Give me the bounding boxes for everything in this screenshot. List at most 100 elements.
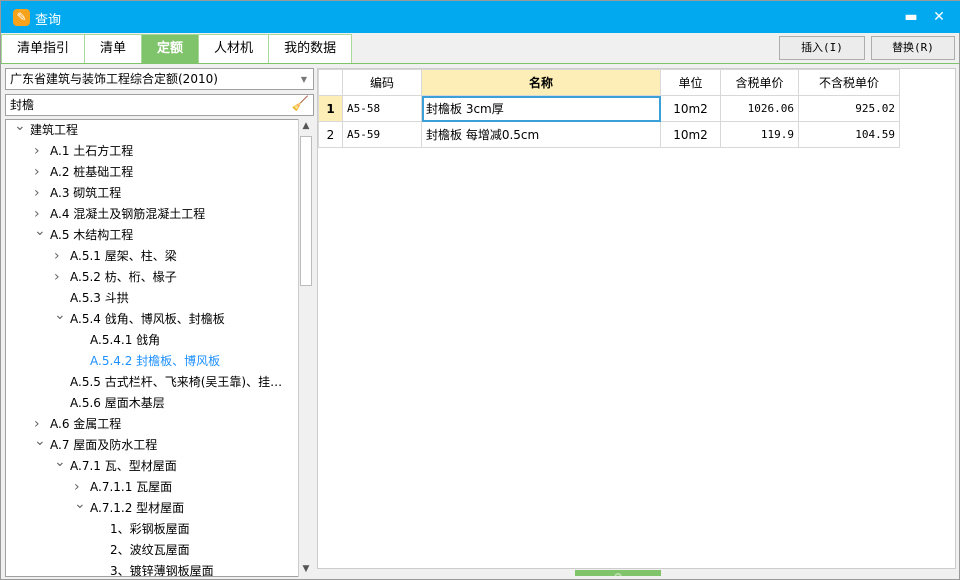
cell-tax-price[interactable]: 119.9 xyxy=(720,121,799,148)
tree-item-label: A.5.6 屋面木基层 xyxy=(70,396,165,410)
cell-code[interactable]: A5-59 xyxy=(342,121,422,148)
tree-item-label: A.2 桩基础工程 xyxy=(50,165,134,179)
tree-item[interactable]: › A.1 土石方工程 xyxy=(34,141,134,162)
cell-name[interactable]: 封檐板 每增减0.5cm xyxy=(421,121,661,148)
tab-divider xyxy=(1,63,959,64)
tab-4[interactable]: 我的数据 xyxy=(268,34,353,63)
insert-button[interactable]: 插入(I) xyxy=(779,36,865,60)
chevron-down-icon[interactable]: ⌄ xyxy=(54,452,66,473)
tree-item-label: A.5.4.2 封檐板、博风板 xyxy=(90,354,221,368)
tree-item[interactable]: › A.5.1 屋架、柱、梁 xyxy=(54,246,177,267)
tree-item-label: A.5.3 斗拱 xyxy=(70,291,129,305)
tree-item[interactable]: A.5.4.2 封檐板、博风板 xyxy=(90,351,220,372)
tree-item[interactable]: ⌄ A.7.1.2 型材屋面 xyxy=(74,496,185,519)
cell-name[interactable]: 封檐板 3cm厚 xyxy=(421,95,661,122)
column-header-tax-price[interactable]: 含税单价 xyxy=(720,69,799,96)
tree-item-label: A.6 金属工程 xyxy=(50,417,122,431)
title-bar xyxy=(1,1,960,33)
tab-0[interactable]: 清单指引 xyxy=(1,34,86,63)
column-header-code[interactable]: 编码 xyxy=(342,69,422,96)
app-logo-icon: ✎ xyxy=(13,9,30,26)
tab-bar: 清单指引 清单 定额 人材机 我的数据 xyxy=(1,34,353,63)
chevron-right-icon[interactable]: › xyxy=(34,141,46,162)
tree-item[interactable]: 1、彩钢板屋面 xyxy=(110,519,190,540)
tree-item-label: A.5 木结构工程 xyxy=(50,228,134,242)
chevron-down-icon[interactable]: ⌄ xyxy=(74,494,86,515)
tree-item[interactable]: 2、波纹瓦屋面 xyxy=(110,540,190,561)
tree-item[interactable]: A.5.5 古式栏杆、飞来椅(吴王靠)、挂… xyxy=(70,372,282,393)
category-tree: ⌄ 建筑工程 › A.1 土石方工程 › A.2 桩基础工程 › A.3 砌筑工程 › A.4 混… xyxy=(5,119,314,577)
tree-item[interactable]: ⌄ A.5 木结构工程 xyxy=(34,223,134,246)
chevron-down-icon[interactable]: ⌄ xyxy=(34,431,46,452)
broom-icon[interactable]: 🧹 xyxy=(292,96,309,112)
cell-notax-price[interactable]: 104.59 xyxy=(798,121,900,148)
tree-item-label: A.7.1.2 型材屋面 xyxy=(90,501,185,515)
tree-item[interactable]: A.5.6 屋面木基层 xyxy=(70,393,165,414)
chevron-right-icon[interactable]: › xyxy=(54,267,66,288)
tab-3[interactable]: 人材机 xyxy=(198,34,270,63)
table-row[interactable]: 1 A5-58 封檐板 3cm厚 10m2 1026.06 925.02 xyxy=(318,95,900,122)
row-number[interactable]: 2 xyxy=(318,121,343,148)
tree-item[interactable]: ⌄ A.7 屋面及防水工程 xyxy=(34,433,157,456)
scroll-down-icon[interactable]: ▼ xyxy=(299,562,313,577)
search-value: 封檐 xyxy=(10,98,35,112)
search-input[interactable]: 封檐 🧹 xyxy=(5,94,314,116)
quota-library-value: 广东省建筑与装饰工程综合定额(2010) xyxy=(10,72,218,86)
chevron-down-icon[interactable]: ⌄ xyxy=(34,221,46,242)
tree-item[interactable]: A.5.3 斗拱 xyxy=(70,288,129,309)
quota-grid: 编码 名称 单位 含税单价 不含税单价 1 A5-58 封檐板 3cm厚 10m2 10… xyxy=(317,68,956,569)
close-button[interactable]: ✕ xyxy=(929,7,949,27)
panel-splitter-handle[interactable]: ︽ xyxy=(575,570,661,577)
quota-library-select[interactable]: 广东省建筑与装饰工程综合定额(2010) ▼ xyxy=(5,68,314,90)
tree-item-label: A.5.4.1 戗角 xyxy=(90,333,161,347)
cell-notax-price[interactable]: 925.02 xyxy=(798,95,900,122)
cell-tax-price[interactable]: 1026.06 xyxy=(720,95,799,122)
scroll-up-icon[interactable]: ▲ xyxy=(299,119,313,134)
chevron-down-icon[interactable]: ⌄ xyxy=(14,120,26,137)
cell-unit[interactable]: 10m2 xyxy=(660,121,721,148)
chevron-down-icon[interactable]: ⌄ xyxy=(54,305,66,326)
cell-unit[interactable]: 10m2 xyxy=(660,95,721,122)
scrollbar-thumb[interactable] xyxy=(300,136,312,286)
tree-item[interactable]: › A.7.1.1 瓦屋面 xyxy=(74,477,173,498)
tree-item-label: A.1 土石方工程 xyxy=(50,144,134,158)
tree-item[interactable]: 3、镀锌薄钢板屋面 xyxy=(110,561,214,577)
table-row[interactable]: 2 A5-59 封檐板 每增减0.5cm 10m2 119.9 104.59 xyxy=(318,121,900,148)
column-header-unit[interactable]: 单位 xyxy=(660,69,721,96)
tree-item[interactable]: › A.2 桩基础工程 xyxy=(34,162,134,183)
tree-item-label: A.5.1 屋架、柱、梁 xyxy=(70,249,177,263)
tree-item-label: A.5.5 古式栏杆、飞来椅(吴王靠)、挂… xyxy=(70,375,283,389)
tab-1[interactable]: 清单 xyxy=(84,34,143,63)
tree-item[interactable]: › A.3 砌筑工程 xyxy=(34,183,122,204)
tree-item[interactable]: › A.6 金属工程 xyxy=(34,414,122,435)
minimize-button[interactable]: ▬ xyxy=(901,7,921,27)
tab-2[interactable]: 定额 xyxy=(141,34,200,63)
tree-item[interactable]: › A.5.2 枋、桁、椽子 xyxy=(54,267,177,288)
tree-item-label: 3、镀锌薄钢板屋面 xyxy=(110,564,214,577)
row-number-header xyxy=(318,69,343,96)
tree-item-label: A.5.2 枋、桁、椽子 xyxy=(70,270,177,284)
column-header-notax-price[interactable]: 不含税单价 xyxy=(798,69,900,96)
tree-item-label: A.7.1.1 瓦屋面 xyxy=(90,480,173,494)
tree-item-label: A.7.1 瓦、型材屋面 xyxy=(70,459,177,473)
table-header-row: 编码 名称 单位 含税单价 不含税单价 xyxy=(318,69,900,96)
cell-code[interactable]: A5-58 xyxy=(342,95,422,122)
tree-item-label: A.5.4 戗角、博风板、封檐板 xyxy=(70,312,225,326)
tree-item-label: 建筑工程 xyxy=(30,123,79,137)
column-header-name[interactable]: 名称 xyxy=(421,69,661,96)
replace-button[interactable]: 替换(R) xyxy=(871,36,955,60)
window-title: 查询 xyxy=(35,13,62,28)
chevron-right-icon[interactable]: › xyxy=(34,183,46,204)
tree-item[interactable]: › A.4 混凝土及钢筋混凝土工程 xyxy=(34,204,205,225)
chevron-right-icon[interactable]: › xyxy=(34,162,46,183)
tree-item[interactable]: ⌄ A.5.4 戗角、博风板、封檐板 xyxy=(54,307,225,330)
dropdown-arrow-icon: ▼ xyxy=(300,75,307,84)
tree-item-label: 1、彩钢板屋面 xyxy=(110,522,190,536)
tree-item[interactable]: A.5.4.1 戗角 xyxy=(90,330,160,351)
tree-item-label: A.3 砌筑工程 xyxy=(50,186,122,200)
tree-item[interactable]: ⌄ A.7.1 瓦、型材屋面 xyxy=(54,454,177,477)
tree-item[interactable]: ⌄ 建筑工程 xyxy=(14,120,79,141)
tree-item-label: 2、波纹瓦屋面 xyxy=(110,543,190,557)
chevron-right-icon[interactable]: › xyxy=(54,246,66,267)
row-number[interactable]: 1 xyxy=(318,95,343,122)
